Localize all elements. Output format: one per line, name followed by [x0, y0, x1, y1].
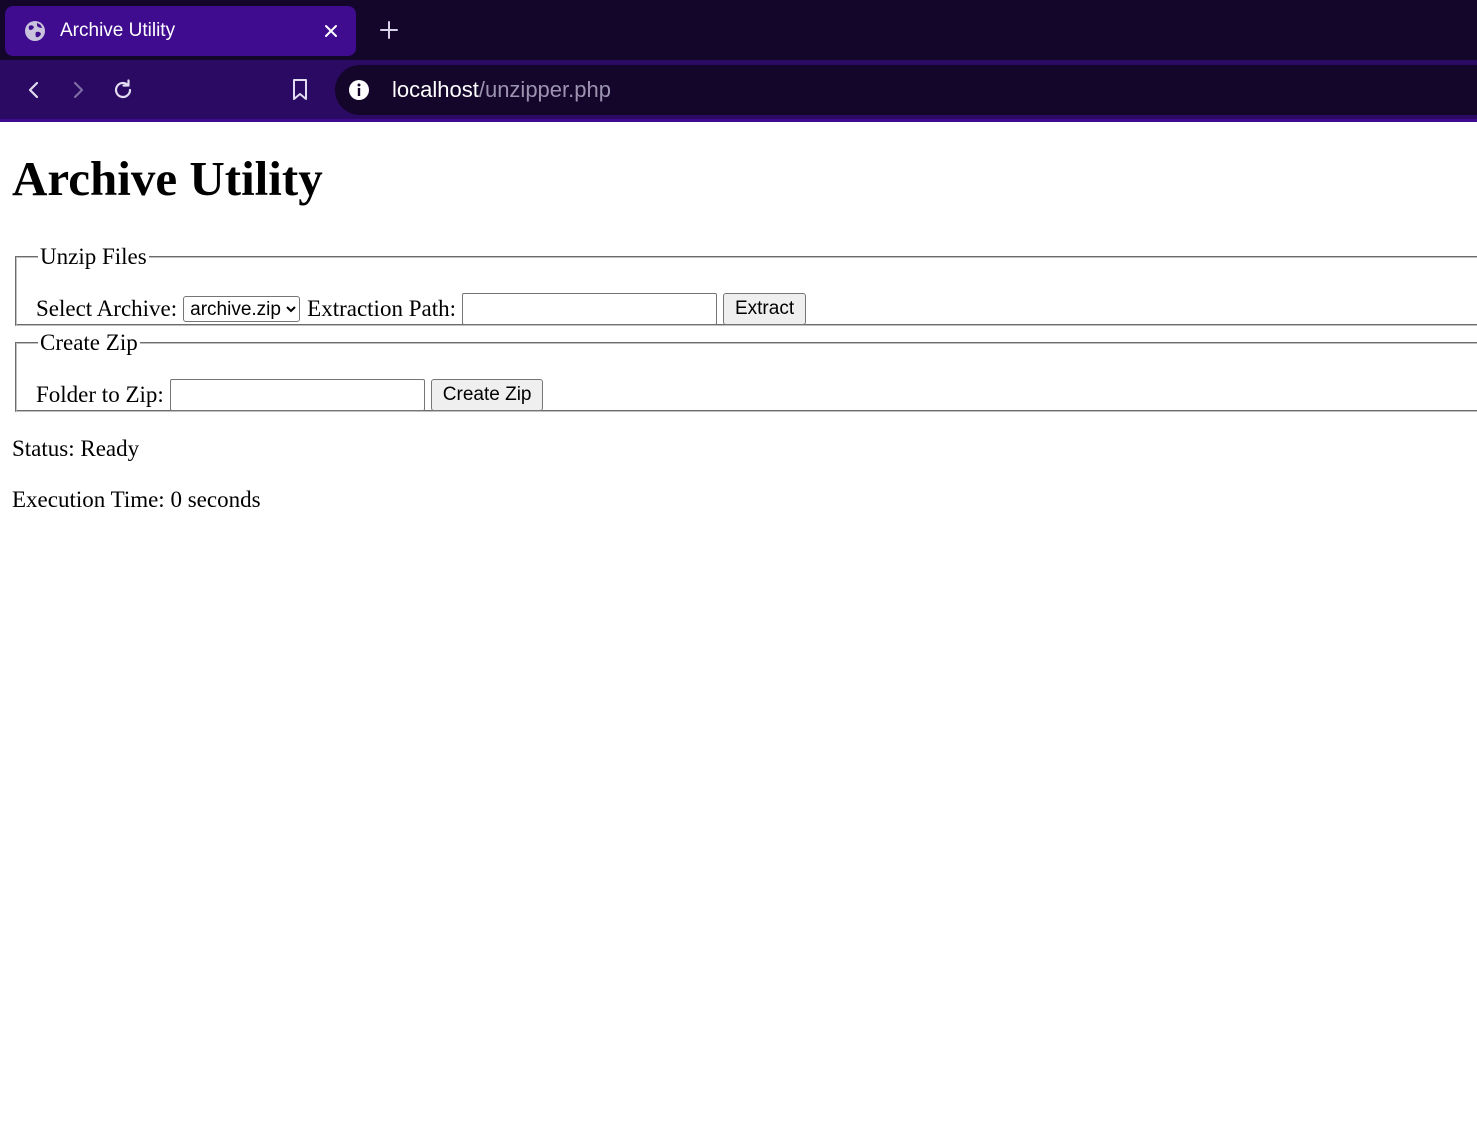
url-path: /unzipper.php: [478, 77, 611, 102]
select-archive-label: Select Archive:: [36, 296, 178, 321]
status-text: Status: Ready: [12, 436, 140, 461]
browser-toolbar: localhost/unzipper.php: [0, 60, 1477, 122]
tab-title: Archive Utility: [60, 20, 176, 41]
create-zip-button[interactable]: Create Zip: [430, 379, 544, 411]
unzip-fieldset: Unzip Files Select Archive: archive.zip …: [15, 244, 1477, 326]
create-zip-row: Folder to Zip: Create Zip: [36, 379, 544, 411]
page-content: Archive Utility Unzip Files Select Archi…: [0, 122, 1477, 1125]
tab-strip: Archive Utility: [0, 0, 1477, 60]
archive-select[interactable]: archive.zip: [183, 296, 301, 322]
globe-icon: [24, 20, 46, 42]
extract-button[interactable]: Extract: [722, 293, 807, 325]
execution-time-text: Execution Time: 0 seconds: [12, 487, 261, 512]
site-info-icon[interactable]: [347, 78, 371, 102]
forward-icon[interactable]: [63, 75, 93, 105]
create-zip-fieldset: Create Zip Folder to Zip: Create Zip: [15, 330, 1477, 412]
folder-to-zip-input[interactable]: [169, 379, 425, 411]
browser-tab-active[interactable]: Archive Utility: [5, 6, 356, 56]
unzip-row: Select Archive: archive.zip Extraction P…: [36, 293, 807, 325]
create-zip-legend: Create Zip: [40, 330, 138, 355]
back-icon[interactable]: [19, 75, 49, 105]
extraction-path-label: Extraction Path:: [307, 296, 456, 321]
new-tab-icon[interactable]: [376, 17, 402, 43]
bookmark-icon[interactable]: [285, 75, 315, 105]
reload-icon[interactable]: [108, 75, 138, 105]
extraction-path-input[interactable]: [461, 293, 717, 325]
page-title: Archive Utility: [12, 151, 323, 206]
folder-to-zip-label: Folder to Zip:: [36, 382, 164, 407]
unzip-legend: Unzip Files: [40, 244, 147, 269]
close-tab-icon[interactable]: [320, 20, 342, 42]
address-bar[interactable]: localhost/unzipper.php: [335, 65, 1477, 115]
url-host: localhost: [392, 77, 479, 102]
